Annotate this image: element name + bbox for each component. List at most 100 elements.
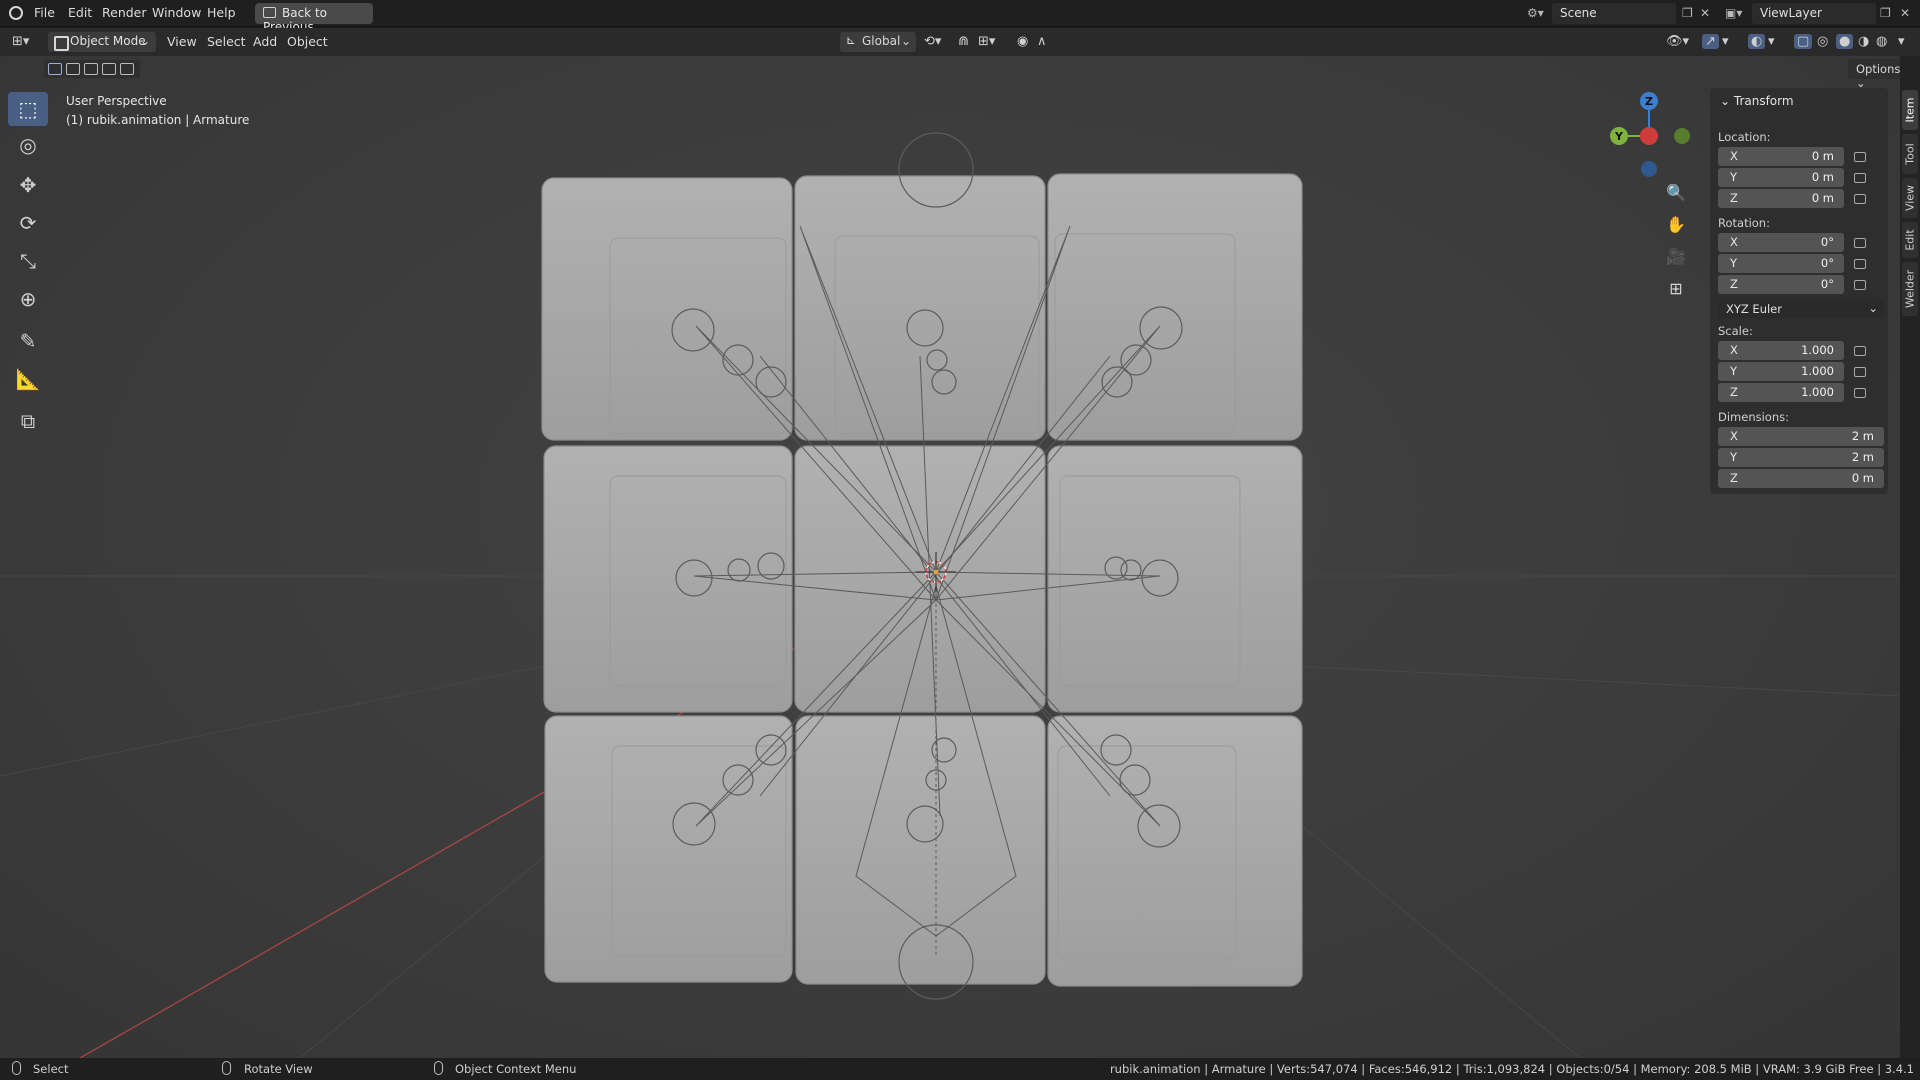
back-to-previous-button[interactable]: Back to Previous <box>255 3 373 34</box>
snap-icon[interactable]: ⋒ <box>958 34 969 49</box>
shading-menu-icon[interactable]: ▾ <box>1898 34 1905 49</box>
rotation-z-field[interactable]: Z 0° <box>1718 275 1844 294</box>
location-x-field[interactable]: X 0 m <box>1718 147 1844 166</box>
location-z-value: 0 m <box>1811 191 1834 205</box>
mode-selector[interactable]: Object Mode ⌄ <box>48 32 156 52</box>
rubik-cube[interactable] <box>541 173 1303 987</box>
delete-scene-icon[interactable]: ✕ <box>1700 6 1710 20</box>
camera-view-icon[interactable]: 🎥 <box>1663 244 1689 270</box>
location-y-field[interactable]: Y 0 m <box>1718 168 1844 187</box>
pivot-point-icon[interactable]: ⟲▾ <box>924 34 941 49</box>
scene-drawing: Z Y <box>0 92 1900 1058</box>
scale-y-value: 1.000 <box>1801 364 1834 378</box>
select-intersect-icon[interactable] <box>120 63 134 75</box>
menu-help[interactable]: Help <box>207 5 236 20</box>
menu-view[interactable]: View <box>167 34 197 49</box>
menu-edit[interactable]: Edit <box>68 5 92 20</box>
dimensions-x-field[interactable]: X 2 m <box>1718 427 1884 446</box>
scale-y-field[interactable]: Y 1.000 <box>1718 362 1844 381</box>
perspective-toggle-icon[interactable]: ⊞ <box>1663 276 1689 302</box>
location-z-field[interactable]: Z 0 m <box>1718 189 1844 208</box>
snap-target-icon[interactable]: ⊞▾ <box>978 34 995 49</box>
gizmo-menu-icon[interactable]: ▾ <box>1722 34 1729 49</box>
menu-object[interactable]: Object <box>287 34 328 49</box>
scale-label: Scale: <box>1718 324 1753 338</box>
axis-x-label: X <box>1730 149 1738 163</box>
rotate-tool[interactable]: ⟳ <box>8 206 48 240</box>
transform-tool[interactable]: ⊕ <box>8 282 48 316</box>
select-box-tool[interactable]: ⬚ <box>8 92 48 126</box>
lock-icon[interactable] <box>1854 194 1866 204</box>
menu-window[interactable]: Window <box>152 5 201 20</box>
proportional-edit-icon[interactable]: ◉ <box>1017 34 1028 49</box>
scale-x-field[interactable]: X 1.000 <box>1718 341 1844 360</box>
scale-tool[interactable]: ⤡ <box>8 244 48 278</box>
pan-hand-icon[interactable]: ✋ <box>1663 212 1689 238</box>
lock-icon[interactable] <box>1854 152 1866 162</box>
lock-icon[interactable] <box>1854 388 1866 398</box>
cursor-tool[interactable]: ◎ <box>8 128 48 162</box>
transform-orientation-selector[interactable]: ⊾ Global ⌄ <box>840 32 916 52</box>
solid-shading-icon[interactable]: ● <box>1836 34 1854 49</box>
new-scene-icon[interactable]: ❐ <box>1682 6 1693 20</box>
back-icon <box>263 7 276 18</box>
dimensions-z-field[interactable]: Z 0 m <box>1718 469 1884 488</box>
status-bar: Select Rotate View Object Context Menu r… <box>0 1058 1920 1080</box>
tab-view[interactable]: View <box>1902 178 1918 218</box>
editor-type-icon[interactable]: ⊞▾ <box>12 34 29 49</box>
view-layer-browse-icon[interactable]: ▣▾ <box>1725 6 1742 20</box>
select-invert-icon[interactable] <box>102 63 116 75</box>
lock-icon[interactable] <box>1854 280 1866 290</box>
gizmo-y-label: Y <box>1614 130 1624 143</box>
overlays-icon[interactable]: ◐ <box>1748 34 1766 49</box>
delete-view-layer-icon[interactable]: ✕ <box>1900 6 1910 20</box>
selection-mode-buttons[interactable] <box>44 60 140 78</box>
navigation-gizmo[interactable]: Z Y <box>1610 92 1690 177</box>
xray-icon[interactable]: ▢ <box>1794 34 1813 49</box>
move-tool[interactable]: ✥ <box>8 168 48 202</box>
tab-welder[interactable]: Welder <box>1902 262 1918 316</box>
rotation-y-field[interactable]: Y 0° <box>1718 254 1844 273</box>
blender-logo-icon[interactable] <box>9 6 23 20</box>
scene-selector[interactable]: Scene <box>1552 3 1676 24</box>
lock-icon[interactable] <box>1854 346 1866 356</box>
tab-edit[interactable]: Edit <box>1902 222 1918 258</box>
zoom-icon[interactable]: 🔍 <box>1663 180 1689 206</box>
tab-tool[interactable]: Tool <box>1902 134 1918 174</box>
falloff-icon[interactable]: ∧ <box>1037 34 1047 49</box>
rendered-shading-icon[interactable]: ◍ <box>1876 34 1887 49</box>
menu-file[interactable]: File <box>34 5 55 20</box>
lock-icon[interactable] <box>1854 173 1866 183</box>
select-subtract-icon[interactable] <box>84 63 98 75</box>
lock-icon[interactable] <box>1854 238 1866 248</box>
dimensions-y-field[interactable]: Y 2 m <box>1718 448 1884 467</box>
menu-select[interactable]: Select <box>207 34 246 49</box>
options-button[interactable]: Options ⌄ <box>1848 59 1900 90</box>
lock-icon[interactable] <box>1854 259 1866 269</box>
scene-browse-icon[interactable]: ⚙▾ <box>1527 6 1544 20</box>
lock-icon[interactable] <box>1854 367 1866 377</box>
gizmo-toggle-icon[interactable]: ↗ <box>1702 34 1719 49</box>
visibility-icon[interactable]: 👁▾ <box>1666 34 1689 49</box>
transform-panel-header[interactable]: ⌄ Transform <box>1720 94 1794 108</box>
scale-z-value: 1.000 <box>1801 385 1834 399</box>
view-layer-selector[interactable]: ViewLayer <box>1752 3 1876 24</box>
scale-z-field[interactable]: Z 1.000 <box>1718 383 1844 402</box>
overlays-menu-icon[interactable]: ▾ <box>1768 34 1775 49</box>
material-shading-icon[interactable]: ◑ <box>1858 34 1869 49</box>
new-view-layer-icon[interactable]: ❐ <box>1880 6 1891 20</box>
menu-add[interactable]: Add <box>253 34 277 49</box>
add-cube-tool[interactable]: ⧉ <box>8 404 48 438</box>
tab-item[interactable]: Item <box>1902 90 1918 130</box>
rotation-mode-label: XYZ Euler <box>1726 302 1782 316</box>
rotation-x-field[interactable]: X 0° <box>1718 233 1844 252</box>
wireframe-shading-icon[interactable]: ◎ <box>1817 34 1828 49</box>
rotation-mode-select[interactable]: XYZ Euler ⌄ <box>1718 300 1884 318</box>
axis-z-label: Z <box>1730 191 1738 205</box>
select-extend-icon[interactable] <box>66 63 80 75</box>
3d-viewport[interactable]: Z Y Options ⌄ ⬚ ◎ ✥ ⟳ ⤡ ⊕ ✎ 📐 ⧉ User Per… <box>0 56 1900 1058</box>
annotate-tool[interactable]: ✎ <box>8 324 48 358</box>
menu-render[interactable]: Render <box>102 5 147 20</box>
select-new-icon[interactable] <box>48 63 62 75</box>
measure-tool[interactable]: 📐 <box>8 362 48 396</box>
